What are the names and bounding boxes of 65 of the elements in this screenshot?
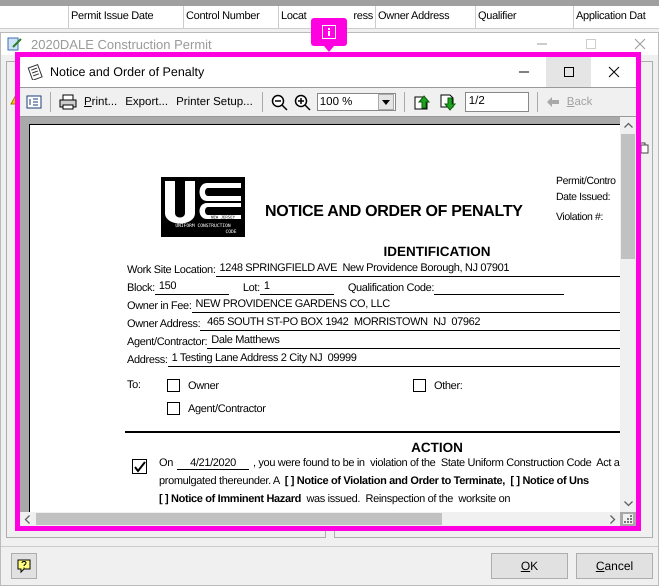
field-label: Owner Address:	[127, 318, 200, 331]
field-label: Address:	[127, 354, 168, 367]
field-label: To:	[127, 379, 142, 393]
ok-button[interactable]: OK	[491, 553, 568, 579]
page-field[interactable]: 1/2	[464, 92, 529, 112]
dropdown-arrow-icon	[382, 100, 390, 104]
header-label: Permit/Contro	[556, 175, 617, 187]
checkbox-label: Agent/Contractor	[188, 402, 266, 414]
cancel-button[interactable]: Cancel	[576, 553, 653, 579]
close-icon	[608, 66, 620, 78]
paragraph-text: On	[159, 457, 173, 469]
info-icon	[322, 25, 336, 39]
notepad-icon	[27, 64, 43, 80]
section-heading: IDENTIFICATION	[382, 244, 492, 259]
checkbox[interactable]	[132, 459, 147, 474]
field-label: Qualification Code:	[348, 282, 434, 295]
contents-icon[interactable]	[26, 95, 42, 109]
scroll-up-icon[interactable]	[624, 122, 632, 128]
resize-grip-icon[interactable]	[623, 514, 633, 524]
next-page-icon[interactable]	[438, 93, 459, 111]
paragraph-text: [ ] Notice of Imminent Hazard was issued. Reinspection of the worksite on	[159, 493, 510, 505]
previous-page-icon[interactable]	[412, 93, 433, 111]
field-label: Lot:	[242, 282, 260, 295]
checkbox-label: Other:	[434, 380, 462, 392]
section-heading: ACTION	[410, 440, 464, 455]
paragraph-text: , you were found to be in violation of the State Uniform Construction Code Act a	[252, 457, 620, 469]
window-title: 2020DALE Construction Permit	[31, 36, 212, 52]
export-button[interactable]: Export...	[124, 96, 170, 108]
help-button[interactable]	[11, 553, 37, 579]
zoom-in-icon[interactable]	[294, 94, 311, 110]
field-label: Block:	[127, 282, 155, 295]
header-label: Date Issued:	[556, 191, 612, 203]
horizontal-scrollbar[interactable]	[20, 512, 620, 526]
maximize-button[interactable]	[546, 57, 591, 87]
scroll-left-icon[interactable]	[24, 514, 30, 524]
paragraph-text: promulgated thereunder. A [ ] Notice of Violation and Order to Terminate, [ ] Notice of Uns	[159, 475, 589, 487]
print-button[interactable]: Print...	[83, 96, 118, 108]
printer-setup-button[interactable]: Printer Setup...	[175, 96, 254, 108]
date-value: 4/21/2020	[176, 457, 249, 470]
form-icon	[7, 36, 23, 52]
window-title: Notice and Order of Penalty	[50, 65, 204, 79]
field-value: 1	[260, 280, 334, 295]
header-label: Violation #:	[556, 211, 604, 223]
zoom-out-icon[interactable]	[270, 94, 288, 110]
zoom-dropdown[interactable]: 100 %	[316, 93, 396, 111]
column-header[interactable]: Permit Issue Date	[69, 6, 184, 28]
column-header[interactable]: Owner Address	[376, 6, 476, 28]
help-icon	[16, 558, 32, 574]
checkbox[interactable]	[167, 379, 180, 392]
field-label: Agent/Contractor:	[127, 336, 208, 349]
field-label: Work Site Location:	[127, 264, 216, 277]
field-value: 150	[154, 280, 229, 295]
maximize-icon	[562, 66, 574, 78]
column-header[interactable]: Control Number	[184, 6, 279, 28]
column-header[interactable]: Application Dat	[574, 6, 659, 28]
printer-icon[interactable]	[59, 94, 77, 110]
column-header[interactable]: Qualifier	[476, 6, 574, 28]
field-label: Owner in Fee:	[127, 300, 192, 313]
scroll-right-icon[interactable]	[610, 514, 616, 524]
checkbox-label: Owner	[188, 380, 219, 392]
checkbox[interactable]	[413, 379, 426, 392]
vertical-scrollbar[interactable]	[620, 117, 636, 512]
document-title: NOTICE AND ORDER OF PENALTY	[264, 203, 524, 221]
scroll-down-icon[interactable]	[624, 501, 632, 507]
checkbox[interactable]	[167, 402, 180, 415]
